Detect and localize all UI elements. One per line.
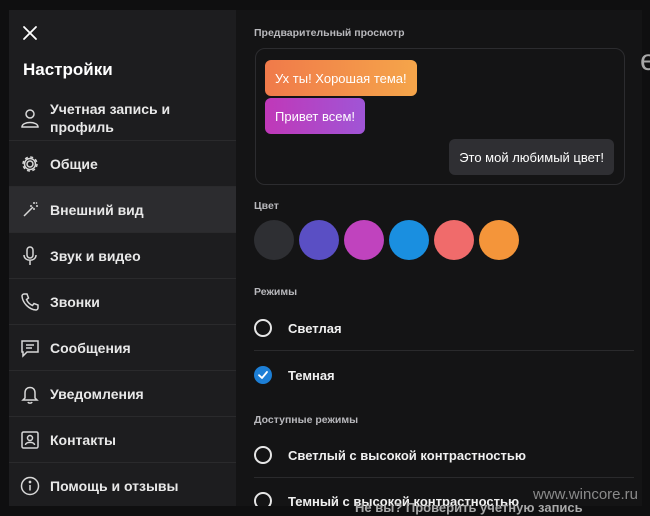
mode-option-label: Темная: [288, 367, 335, 383]
sidebar-item-label: Внешний вид: [50, 201, 144, 218]
sidebar-item-label: Общие: [50, 155, 98, 172]
color-swatch[interactable]: [479, 220, 519, 260]
sidebar-item-label: Контакты: [50, 431, 117, 448]
mode-option-label: Светлый с высокой контрастностью: [288, 447, 526, 463]
mode-option-high-contrast-light[interactable]: Светлый с высокой контрастностью: [254, 432, 624, 478]
mode-option-light[interactable]: Светлая: [254, 305, 624, 351]
preview-label: Предварительный просмотр: [254, 27, 405, 39]
gear-icon: [22, 155, 38, 172]
preview-message-2: Привет всем!: [265, 98, 365, 134]
radio-button[interactable]: [254, 319, 272, 337]
sidebar-item-help[interactable]: Помощь и отзывы: [9, 463, 236, 506]
radio-button[interactable]: [254, 446, 272, 464]
sidebar-item-label: Уведомления: [50, 385, 144, 402]
sidebar-item-label: Сообщения: [50, 339, 131, 356]
color-swatch[interactable]: [389, 220, 429, 260]
theme-preview: Ух ты! Хорошая тема! Привет всем! Это мо…: [255, 48, 625, 185]
mode-option-dark[interactable]: Темная: [254, 352, 624, 398]
contacts-icon: [21, 430, 39, 449]
phone-icon: [21, 292, 39, 311]
appearance-panel: Предварительный просмотр Ух ты! Хорошая …: [236, 10, 642, 506]
sidebar-item-appearance[interactable]: Внешний вид: [9, 187, 236, 233]
settings-dialog: Настройки Учетная запись и профиль Общие…: [9, 10, 642, 506]
info-icon: [20, 476, 40, 495]
sidebar-item-label: Звонки: [50, 293, 100, 310]
magic-wand-icon: [23, 201, 38, 217]
settings-sidebar: Настройки Учетная запись и профиль Общие…: [9, 10, 236, 506]
bell-icon: [21, 386, 39, 404]
background-letter: e: [640, 44, 650, 77]
sidebar-item-calls[interactable]: Звонки: [9, 279, 236, 325]
chat-icon: [21, 339, 39, 358]
settings-title: Настройки: [23, 60, 113, 79]
color-swatch[interactable]: [299, 220, 339, 260]
radio-button[interactable]: [254, 492, 272, 506]
sidebar-item-general[interactable]: Общие: [9, 141, 236, 187]
color-swatch[interactable]: [254, 220, 294, 260]
sidebar-item-label: Звук и видео: [50, 247, 141, 264]
settings-nav: Учетная запись и профиль Общие Внешний в…: [9, 95, 236, 506]
person-icon: [21, 108, 39, 128]
sidebar-item-messages[interactable]: Сообщения: [9, 325, 236, 371]
divider: [254, 350, 634, 351]
radio-button-checked[interactable]: [254, 366, 272, 384]
watermark: www.wincore.ru: [532, 486, 638, 503]
preview-message-3: Это мой любимый цвет!: [449, 139, 614, 175]
modes-label: Режимы: [254, 286, 298, 298]
checkmark-icon: [258, 371, 268, 379]
mode-option-label: Светлая: [288, 320, 342, 336]
preview-message-1: Ух ты! Хорошая тема!: [265, 60, 417, 96]
sidebar-item-label: Помощь и отзывы: [50, 477, 179, 494]
sidebar-item-audio-video[interactable]: Звук и видео: [9, 233, 236, 279]
color-swatch[interactable]: [344, 220, 384, 260]
sidebar-item-label: Учетная запись и профиль: [50, 100, 171, 135]
close-icon[interactable]: [21, 24, 39, 42]
microphone-icon: [23, 245, 37, 265]
sidebar-item-account[interactable]: Учетная запись и профиль: [9, 95, 236, 141]
sidebar-item-contacts[interactable]: Контакты: [9, 417, 236, 463]
available-modes-label: Доступные режимы: [254, 414, 359, 426]
color-swatch[interactable]: [434, 220, 474, 260]
sidebar-item-notifications[interactable]: Уведомления: [9, 371, 236, 417]
color-label: Цвет: [254, 200, 279, 212]
